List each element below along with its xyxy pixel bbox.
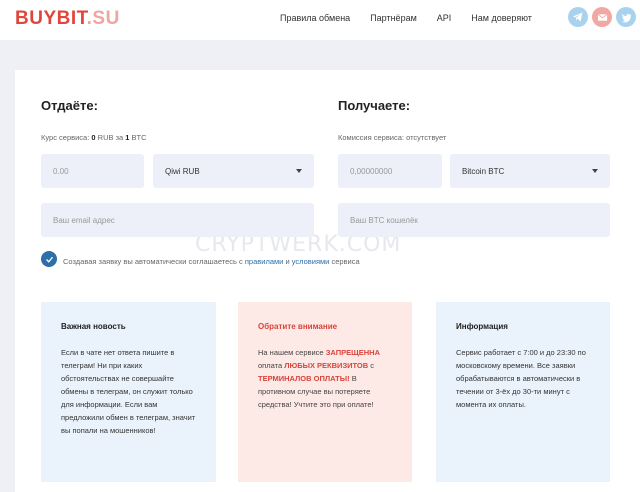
nav-rules[interactable]: Правила обмена <box>280 13 350 23</box>
telegram-icon[interactable] <box>568 7 588 27</box>
attention-body: На нашем сервисе ЗАПРЕЩЕННА оплата ЛЮБЫХ… <box>258 348 380 409</box>
twitter-icon[interactable] <box>616 7 636 27</box>
terms-link[interactable]: условиями <box>292 257 330 266</box>
get-currency-value: Bitcoin BTC <box>462 166 505 176</box>
info-box: Информация Сервис работает с 7:00 и до 2… <box>436 302 610 482</box>
info-title: Информация <box>456 322 508 331</box>
agreement-text: Создавая заявку вы автоматически соглаша… <box>63 257 360 266</box>
attention-title: Обратите внимание <box>258 322 338 331</box>
top-header: BUYBIT.SU Правила обмена Партнёрам API Н… <box>0 0 640 40</box>
main-nav: Правила обмена Партнёрам API Нам доверяю… <box>280 13 552 23</box>
agreement-checkbox[interactable] <box>41 251 57 267</box>
give-title: Отдаёте: <box>41 98 98 113</box>
get-title: Получаете: <box>338 98 411 113</box>
give-currency-select[interactable]: Qiwi RUB <box>153 154 314 188</box>
nav-partners[interactable]: Партнёрам <box>370 13 417 23</box>
news-title: Важная новость <box>61 322 126 331</box>
get-amount-input[interactable]: 0,00000000 <box>338 154 442 188</box>
mail-icon[interactable] <box>592 7 612 27</box>
logo-part2: .SU <box>86 8 120 29</box>
rules-link[interactable]: правилами <box>245 257 283 266</box>
give-amount-input[interactable]: 0.00 <box>41 154 144 188</box>
nav-trust[interactable]: Нам доверяют <box>471 13 532 23</box>
news-box: Важная новость Если в чате нет ответа пи… <box>41 302 216 482</box>
get-currency-select[interactable]: Bitcoin BTC <box>450 154 610 188</box>
email-input[interactable]: Ваш email адрес <box>41 203 314 237</box>
give-currency-value: Qiwi RUB <box>165 166 200 176</box>
service-fee: Комиссия сервиса: отсутствует <box>338 133 447 142</box>
chevron-down-icon <box>592 169 598 173</box>
info-body: Сервис работает с 7:00 и до 23:30 по мос… <box>456 348 586 409</box>
attention-box: Обратите внимание На нашем сервисе ЗАПРЕ… <box>238 302 412 482</box>
chevron-down-icon <box>296 169 302 173</box>
nav-api[interactable]: API <box>437 13 452 23</box>
logo[interactable]: BUYBIT.SU <box>15 8 120 30</box>
social-links <box>568 7 636 27</box>
logo-part1: BUYBIT <box>15 8 87 29</box>
wallet-input[interactable]: Ваш BTC кошелёк <box>338 203 610 237</box>
exchange-rate: Курс сервиса: 0 RUB за 1 BTC <box>41 133 147 142</box>
check-icon <box>45 256 53 263</box>
news-body: Если в чате нет ответа пишите в телеграм… <box>61 348 196 435</box>
